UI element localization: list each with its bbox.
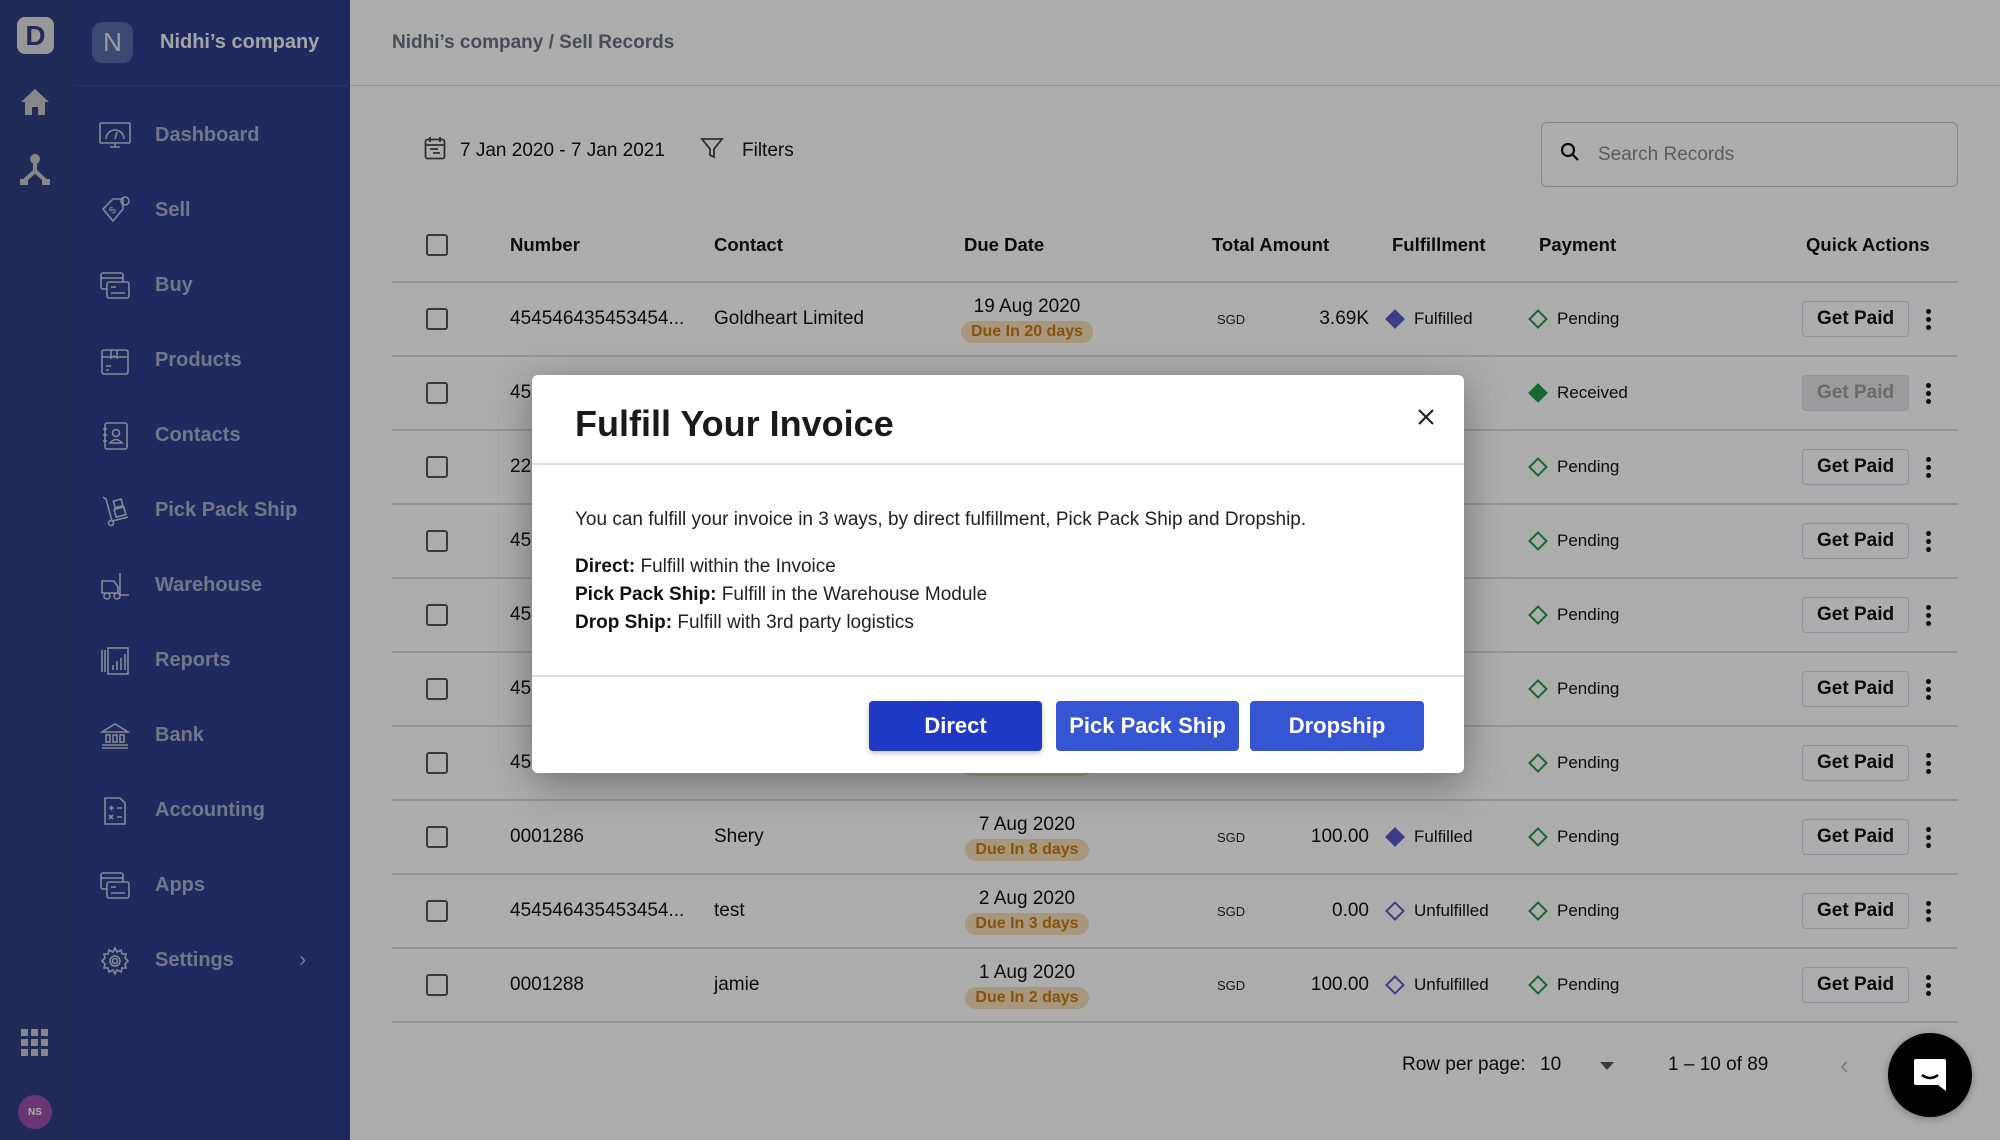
dialog-intro: You can fulfill your invoice in 3 ways, … xyxy=(575,509,1307,530)
option-term: Pick Pack Ship: xyxy=(575,584,717,605)
option-term: Direct: xyxy=(575,556,636,577)
dialog-title: Fulfill Your Invoice xyxy=(575,403,894,444)
dropship-button[interactable]: Dropship xyxy=(1250,701,1424,751)
dialog-header: Fulfill Your Invoice xyxy=(532,375,1464,465)
dialog-footer: Direct Pick Pack Ship Dropship xyxy=(532,677,1464,771)
dialog-body: You can fulfill your invoice in 3 ways, … xyxy=(532,465,1464,677)
close-icon xyxy=(1418,409,1434,425)
option-pick-pack-ship: Pick Pack Ship: Fulfill in the Warehouse… xyxy=(575,581,1421,609)
direct-button[interactable]: Direct xyxy=(869,701,1042,751)
option-direct: Direct: Fulfill within the Invoice xyxy=(575,553,1421,581)
fulfill-invoice-dialog: Fulfill Your Invoice You can fulfill you… xyxy=(532,375,1464,773)
chat-launcher-button[interactable] xyxy=(1888,1033,1972,1117)
option-term: Drop Ship: xyxy=(575,612,673,633)
chat-icon xyxy=(1914,1059,1946,1091)
close-button[interactable] xyxy=(1412,403,1440,431)
option-desc: Fulfill in the Warehouse Module xyxy=(716,584,988,605)
option-desc: Fulfill with 3rd party logistics xyxy=(672,612,914,633)
pick-pack-ship-button[interactable]: Pick Pack Ship xyxy=(1056,701,1239,751)
option-desc: Fulfill within the Invoice xyxy=(635,556,836,577)
option-drop-ship: Drop Ship: Fulfill with 3rd party logist… xyxy=(575,609,1421,637)
